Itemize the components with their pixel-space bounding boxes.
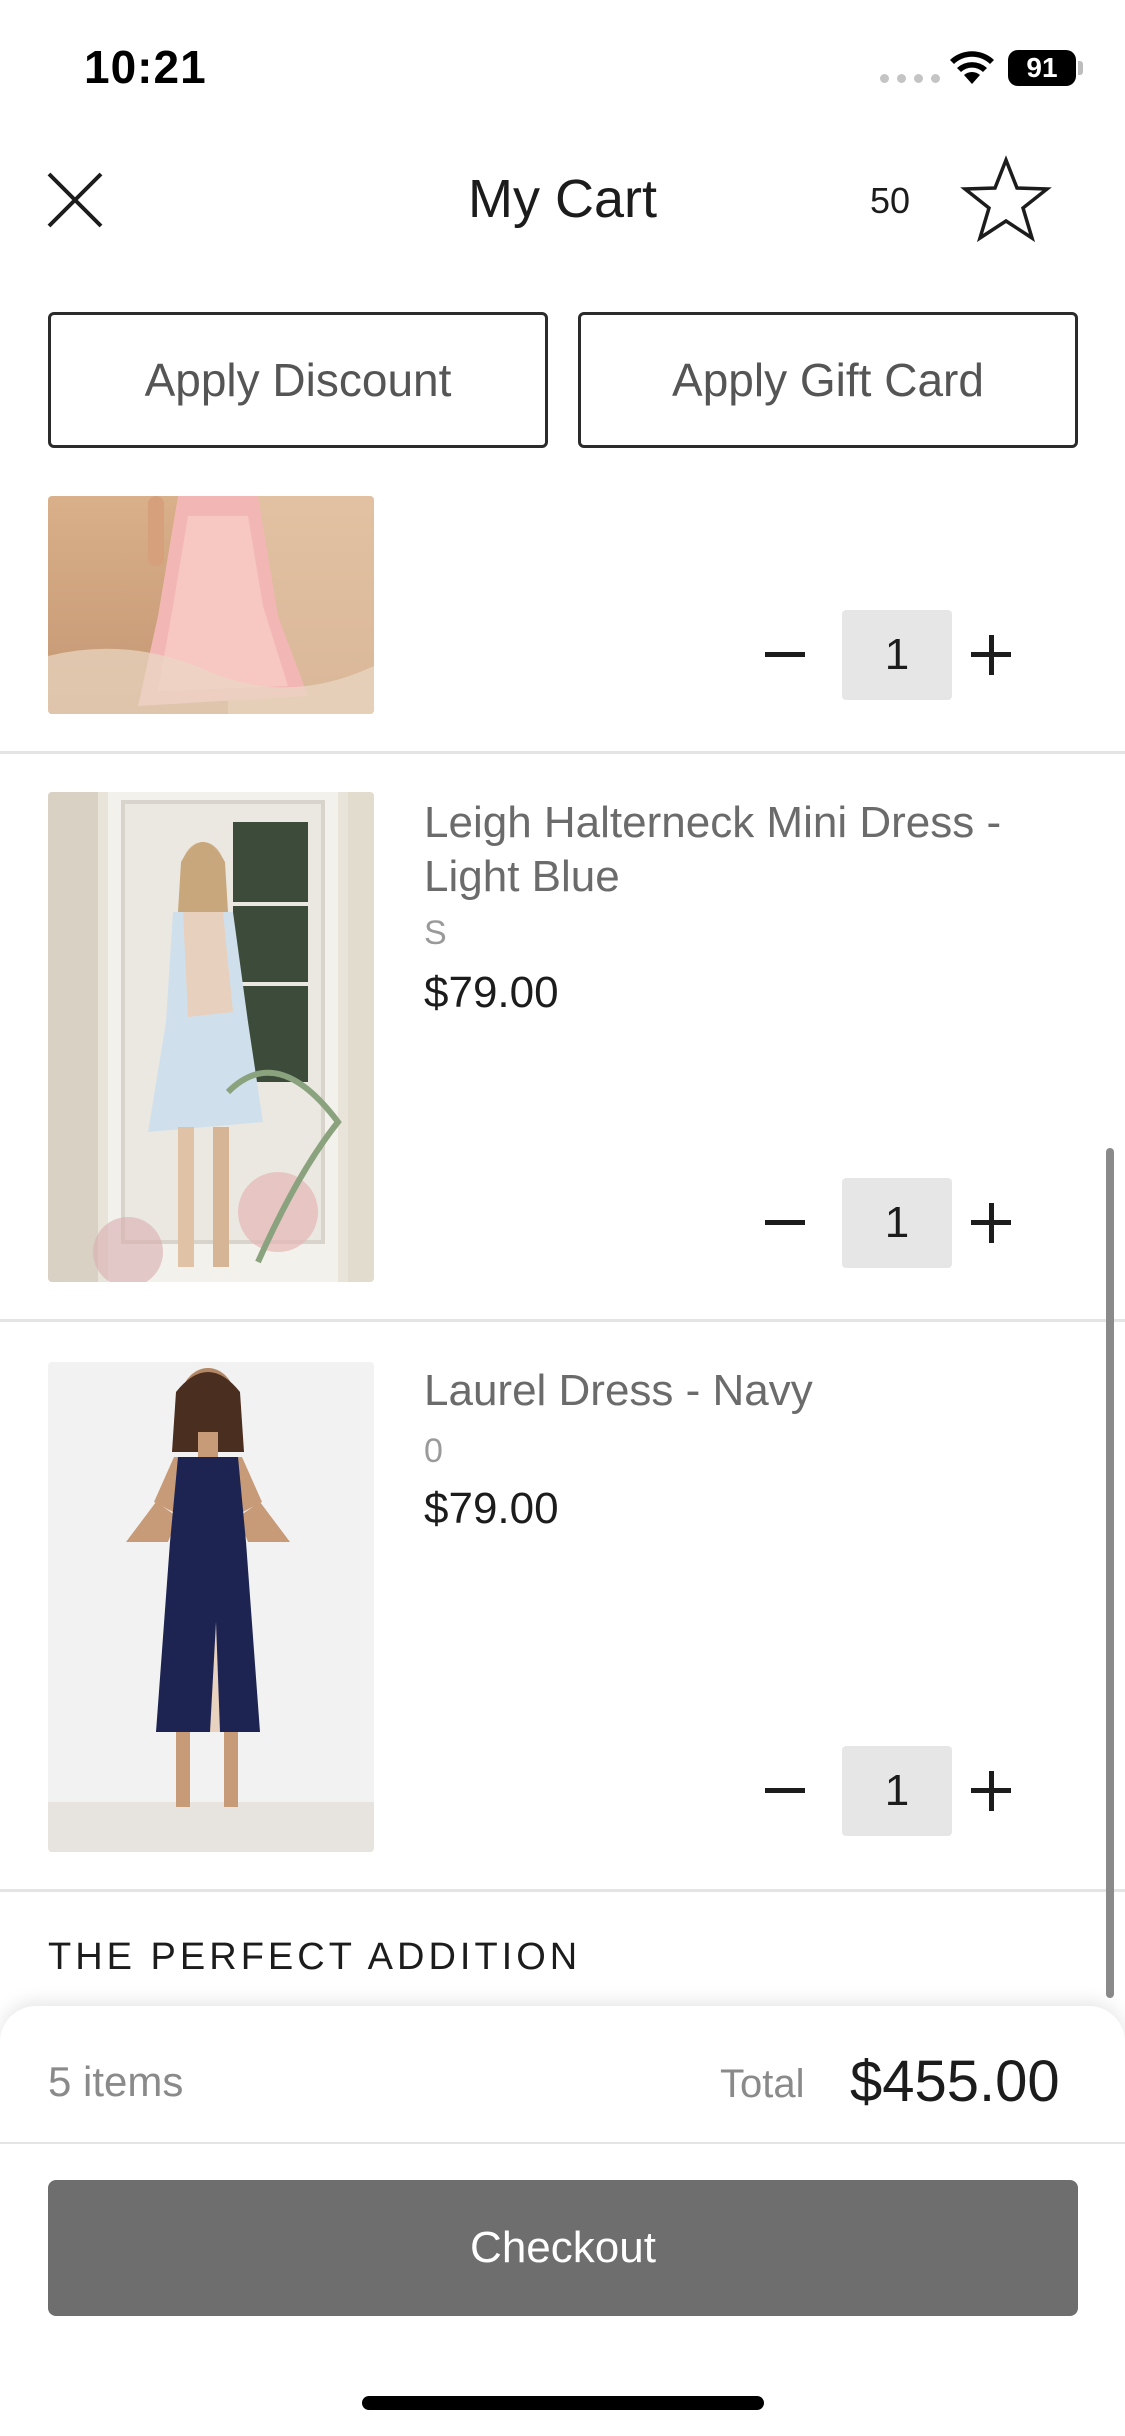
product-image[interactable] <box>48 792 374 1282</box>
page-title: My Cart <box>468 169 657 229</box>
checkout-button[interactable]: Checkout <box>48 2180 1078 2316</box>
cart-list[interactable]: 1 Leigh Halterneck Mini Dress - Light Bl… <box>0 496 1125 2006</box>
increase-quantity-button[interactable] <box>954 610 1028 700</box>
item-price: $79.00 <box>424 1484 559 1533</box>
minus-icon <box>765 652 805 657</box>
item-name[interactable]: Laurel Dress - Navy <box>424 1364 1064 1418</box>
item-size: S <box>424 914 447 952</box>
quantity-value[interactable]: 1 <box>842 610 952 700</box>
points-count: 50 <box>870 180 911 221</box>
cart-item: Laurel Dress - Navy 0 $79.00 1 <box>0 1322 1125 1892</box>
star-icon <box>960 155 1052 243</box>
total-value: $455.00 <box>850 2049 1060 2114</box>
quantity-value[interactable]: 1 <box>842 1178 952 1268</box>
minus-icon <box>765 1788 805 1793</box>
product-image[interactable] <box>48 1362 374 1852</box>
increase-quantity-button[interactable] <box>954 1746 1028 1836</box>
favorites-button[interactable] <box>960 154 1052 246</box>
decrease-quantity-button[interactable] <box>748 1746 822 1836</box>
battery-tip <box>1078 61 1083 75</box>
item-name[interactable]: Leigh Halterneck Mini Dress - Light Blue <box>424 796 1064 904</box>
quantity-stepper: 1 <box>748 1746 1028 1836</box>
decrease-quantity-button[interactable] <box>748 610 822 700</box>
quantity-stepper: 1 <box>748 610 1028 700</box>
wifi-icon <box>950 51 994 84</box>
quantity-value[interactable]: 1 <box>842 1746 952 1836</box>
battery-level: 91 <box>1026 52 1058 83</box>
decrease-quantity-button[interactable] <box>748 1178 822 1268</box>
status-time: 10:21 <box>84 41 207 93</box>
header: My Cart 50 <box>0 140 1125 300</box>
divider <box>0 2142 1125 2144</box>
close-button[interactable] <box>40 165 110 235</box>
item-size: 0 <box>424 1432 443 1470</box>
apply-discount-button[interactable]: Apply Discount <box>48 312 548 448</box>
total-label: Total <box>720 2062 805 2106</box>
item-price: $79.00 <box>424 968 559 1017</box>
battery-icon: 91 <box>1008 50 1076 86</box>
items-count: 5 items <box>48 2058 184 2105</box>
minus-icon <box>765 1220 805 1225</box>
section-title: THE PERFECT ADDITION <box>48 1936 582 1978</box>
home-indicator[interactable] <box>362 2396 764 2410</box>
status-bar: 10:21 91 <box>0 0 1125 140</box>
cart-summary-sheet: 5 items Total $455.00 Checkout <box>0 2006 1125 2436</box>
cart-item: Leigh Halterneck Mini Dress - Light Blue… <box>0 754 1125 1322</box>
close-icon <box>47 172 103 228</box>
quantity-stepper: 1 <box>748 1178 1028 1268</box>
cart-item: 1 <box>0 496 1125 754</box>
product-image[interactable] <box>48 496 374 714</box>
increase-quantity-button[interactable] <box>954 1178 1028 1268</box>
apply-gift-card-button[interactable]: Apply Gift Card <box>578 312 1078 448</box>
cellular-signal-icon <box>880 74 940 83</box>
cart-actions: Apply Discount Apply Gift Card <box>48 312 1078 448</box>
scrollbar[interactable] <box>1106 1148 1114 1998</box>
